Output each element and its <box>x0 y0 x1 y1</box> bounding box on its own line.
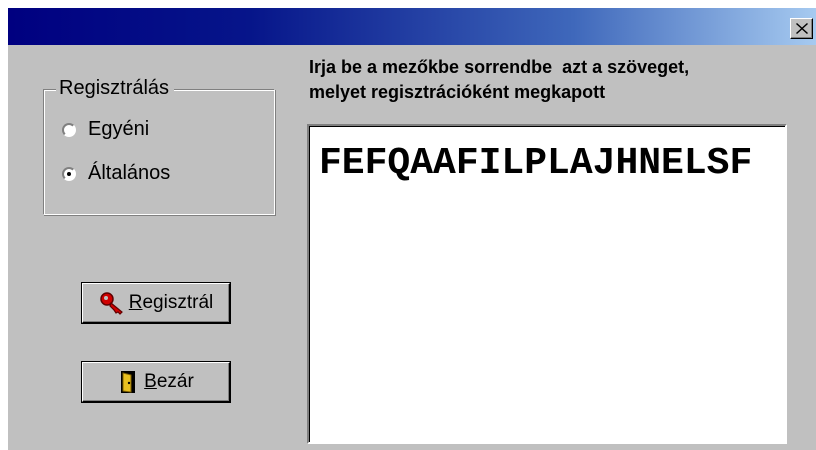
radio-button-egyeni[interactable] <box>62 122 76 137</box>
instructions-text: Irja be a mezőkbe sorrendbe azt a szöveg… <box>309 55 816 105</box>
radio-option-egyeni[interactable]: Egyéni <box>62 118 149 141</box>
registration-code-text[interactable]: FEFQAAFILPLAJHNELSF <box>319 136 779 191</box>
close-icon <box>795 23 808 34</box>
close-button-label: Bezár <box>144 371 194 392</box>
key-icon <box>99 291 125 315</box>
radio-button-altalanos[interactable] <box>62 166 76 181</box>
instructions-line-1: Irja be a mezőkbe sorrendbe azt a szöveg… <box>309 57 690 77</box>
registration-code-field[interactable]: FEFQAAFILPLAJHNELSF <box>307 124 787 444</box>
radio-option-altalanos[interactable]: Általános <box>62 162 170 185</box>
title-bar[interactable] <box>8 8 816 45</box>
registration-groupbox <box>43 89 275 215</box>
door-icon <box>118 370 140 394</box>
register-button[interactable]: Regisztrál <box>82 283 230 323</box>
instructions-line-2: melyet regisztrációként megkapott <box>309 82 606 102</box>
radio-label-egyeni: Egyéni <box>88 118 150 140</box>
close-window-button[interactable] <box>790 18 813 39</box>
radio-label-altalanos: Általános <box>88 162 171 184</box>
registration-dialog: Regisztrálás Egyéni Általános Regisztrál… <box>8 8 816 450</box>
register-button-label: Regisztrál <box>128 292 214 313</box>
registration-group-legend: Regisztrálás <box>56 75 175 101</box>
close-button[interactable]: Bezár <box>82 362 230 402</box>
